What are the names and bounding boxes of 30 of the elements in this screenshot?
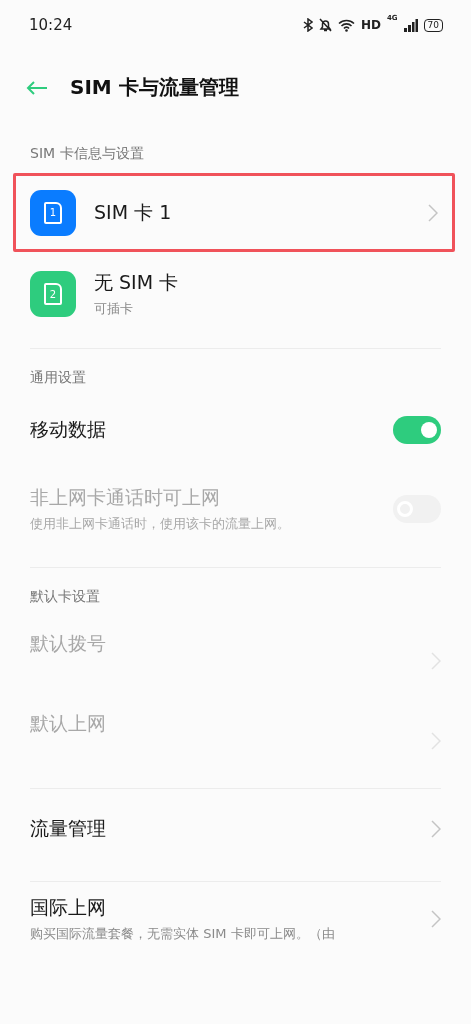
section-label: SIM 卡信息与设置 (29, 144, 145, 163)
setting-title: 移动数据 (30, 417, 107, 442)
sim-card-item[interactable]: 2 无 SIM 卡 可插卡 (0, 252, 471, 336)
setting-title[interactable]: 流量管理 (30, 816, 413, 842)
back-arrow-icon[interactable] (26, 80, 48, 95)
hd-label: HD (360, 18, 381, 32)
signal-icon (403, 18, 418, 32)
sim-title: 无 SIM 卡 (94, 270, 180, 295)
battery-level: 70 (423, 18, 443, 32)
setting-title[interactable]: 国际上网 (30, 895, 413, 921)
sim-title: SIM 卡 1 (94, 199, 173, 225)
muted-bell-icon (318, 18, 332, 32)
chevron-icon (431, 652, 441, 670)
wifi-icon (337, 18, 355, 32)
setting-description: 购买国际流量套餐，无需实体 SIM 卡即可上网。（由 (30, 925, 336, 943)
setting-title: 非上网卡通话时可上网 (30, 485, 221, 510)
sim-card-icon: 2 (30, 271, 76, 317)
sim-card-item[interactable]: 1 SIM 卡 1 (16, 176, 452, 249)
page-title: SIM 卡与流量管理 (70, 74, 239, 101)
chevron-icon (431, 820, 441, 838)
setting-description: 使用非上网卡通话时，使用该卡的流量上网。 (30, 515, 291, 533)
section-label: 默认卡设置 (29, 587, 101, 606)
sim-card-icon: 1 (30, 189, 76, 236)
bluetooth-icon (302, 18, 313, 32)
toggle-switch[interactable] (393, 416, 441, 444)
sim-subtitle: 可插卡 (94, 300, 134, 318)
chevron-icon (431, 910, 441, 928)
chevron-icon (431, 732, 441, 750)
section-label: 通用设置 (29, 368, 87, 387)
status-time: 10:24 (29, 16, 73, 34)
